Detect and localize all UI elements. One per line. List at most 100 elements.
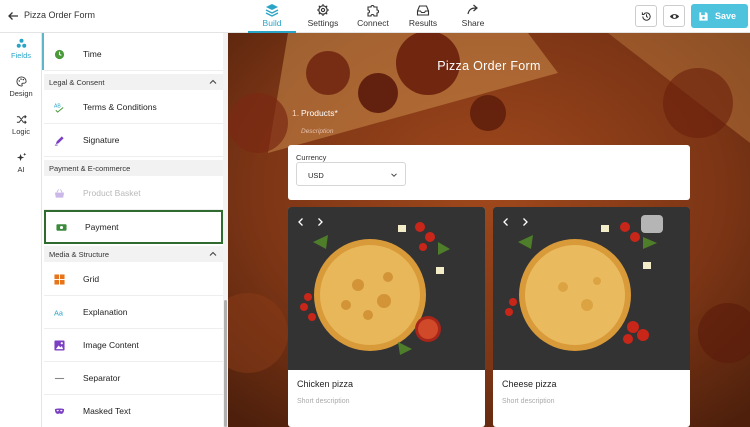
field-grid[interactable]: Grid bbox=[44, 263, 223, 296]
grid-icon bbox=[53, 273, 65, 285]
chevron-left-icon[interactable] bbox=[501, 217, 511, 227]
field-label: Time bbox=[83, 49, 102, 59]
currency-label: Currency bbox=[296, 153, 327, 162]
product-description[interactable]: Short description bbox=[297, 398, 350, 405]
main-nav: Build Settings Connect Results Share bbox=[248, 0, 498, 33]
field-masked-text[interactable]: Masked Text bbox=[44, 395, 223, 427]
share-icon bbox=[467, 4, 478, 15]
chevron-up-icon[interactable] bbox=[209, 78, 217, 86]
field-separator[interactable]: Separator bbox=[44, 362, 223, 395]
sparkle-icon bbox=[16, 152, 26, 162]
product-description[interactable]: Short description bbox=[502, 398, 555, 405]
section-label: Payment & E-commerce bbox=[49, 163, 131, 173]
chevron-right-icon[interactable] bbox=[315, 217, 325, 227]
app-title: Pizza Order Form bbox=[24, 10, 96, 20]
left-rail: Fields Design Logic AI bbox=[0, 33, 42, 427]
field-label: Signature bbox=[83, 135, 120, 145]
currency-value: USD bbox=[308, 171, 324, 180]
terms-icon: AB bbox=[53, 101, 65, 113]
chevron-up-icon[interactable] bbox=[209, 250, 217, 258]
mask-icon bbox=[53, 405, 65, 417]
product-card[interactable]: Chicken pizza Short description bbox=[288, 207, 485, 427]
field-payment[interactable]: Payment bbox=[44, 210, 223, 244]
chevron-down-icon bbox=[391, 173, 397, 177]
field-label: Payment bbox=[85, 222, 119, 232]
field-label: Product Basket bbox=[83, 188, 141, 198]
panel-scrollbar-thumb[interactable] bbox=[224, 300, 227, 427]
section-media-structure: Media & Structure bbox=[44, 246, 223, 262]
rail-fields[interactable]: Fields bbox=[0, 38, 42, 60]
save-icon bbox=[699, 11, 708, 21]
clock-icon bbox=[53, 48, 65, 60]
back-arrow-icon[interactable] bbox=[6, 9, 20, 23]
save-label: Save bbox=[715, 11, 737, 21]
field-label: Image Content bbox=[83, 340, 139, 350]
eye-icon bbox=[669, 13, 679, 19]
rail-ai-label: AI bbox=[17, 165, 25, 174]
question-number: 1. bbox=[292, 108, 300, 118]
section-label: Media & Structure bbox=[49, 249, 110, 259]
chevron-left-icon[interactable] bbox=[296, 217, 306, 227]
field-terms-conditions[interactable]: AB Terms & Conditions bbox=[44, 91, 223, 124]
currency-select[interactable]: USD bbox=[296, 162, 406, 186]
save-button[interactable]: Save bbox=[691, 4, 748, 28]
rail-logic[interactable]: Logic bbox=[0, 114, 42, 136]
tab-results[interactable]: Results bbox=[398, 0, 448, 33]
rail-design[interactable]: Design bbox=[0, 76, 42, 98]
preview-button[interactable] bbox=[663, 5, 685, 27]
tab-settings-label: Settings bbox=[307, 18, 339, 28]
currency-card: Currency USD bbox=[288, 145, 690, 200]
chevron-right-icon[interactable] bbox=[520, 217, 530, 227]
field-signature[interactable]: Signature bbox=[44, 124, 223, 157]
tab-results-label: Results bbox=[408, 18, 438, 28]
tab-settings[interactable]: Settings bbox=[298, 0, 348, 33]
question-title[interactable]: Products* bbox=[301, 108, 338, 118]
section-payment-ecommerce: Payment & E-commerce bbox=[44, 160, 223, 176]
top-bar: Pizza Order Form Build Settings Connect bbox=[0, 0, 750, 33]
pizza-image bbox=[493, 207, 690, 370]
puzzle-icon bbox=[367, 5, 379, 17]
section-legal-consent: Legal & Consent bbox=[44, 74, 223, 90]
field-image-content[interactable]: Image Content bbox=[44, 329, 223, 362]
history-button[interactable] bbox=[635, 5, 657, 27]
field-product-basket[interactable]: Product Basket bbox=[44, 177, 223, 210]
form-title: Pizza Order Form bbox=[437, 59, 541, 73]
pen-icon bbox=[53, 134, 65, 146]
svg-text:Aa: Aa bbox=[54, 308, 64, 317]
svg-text:AB: AB bbox=[54, 103, 61, 109]
palette-icon bbox=[16, 76, 27, 87]
section-label: Legal & Consent bbox=[49, 77, 105, 87]
rail-ai[interactable]: AI bbox=[0, 152, 42, 174]
tab-connect[interactable]: Connect bbox=[348, 0, 398, 33]
gear-icon bbox=[317, 4, 329, 16]
layers-icon bbox=[265, 4, 279, 17]
text-icon: Aa bbox=[53, 306, 65, 318]
product-name[interactable]: Cheese pizza bbox=[502, 379, 557, 389]
rail-fields-label: Fields bbox=[10, 51, 31, 60]
fields-icon bbox=[16, 38, 26, 48]
product-card[interactable]: Cheese pizza Short description bbox=[493, 207, 690, 427]
field-label: Terms & Conditions bbox=[83, 102, 157, 112]
image-icon bbox=[53, 339, 65, 351]
field-label: Separator bbox=[83, 373, 121, 383]
field-label: Masked Text bbox=[83, 406, 131, 416]
form-canvas: Pizza Order Form 1. Products* Descriptio… bbox=[228, 33, 750, 427]
field-explanation[interactable]: Aa Explanation bbox=[44, 296, 223, 329]
question-description[interactable]: Description bbox=[301, 128, 334, 135]
field-label: Grid bbox=[83, 274, 100, 284]
separator-icon bbox=[53, 372, 65, 384]
field-time[interactable]: Time bbox=[44, 38, 223, 71]
inbox-icon bbox=[416, 5, 430, 16]
product-name[interactable]: Chicken pizza bbox=[297, 379, 353, 389]
rail-logic-label: Logic bbox=[12, 127, 30, 136]
tab-share-label: Share bbox=[461, 18, 485, 28]
fields-panel: Time Legal & Consent AB Terms & Conditio… bbox=[42, 33, 228, 427]
shuffle-icon bbox=[16, 115, 27, 124]
field-label: Explanation bbox=[83, 307, 128, 317]
tab-share[interactable]: Share bbox=[448, 0, 498, 33]
tab-build[interactable]: Build bbox=[248, 0, 296, 33]
rail-design-label: Design bbox=[9, 89, 33, 98]
payment-icon bbox=[55, 221, 67, 233]
tab-connect-label: Connect bbox=[357, 18, 389, 28]
tab-build-label: Build bbox=[262, 18, 282, 28]
